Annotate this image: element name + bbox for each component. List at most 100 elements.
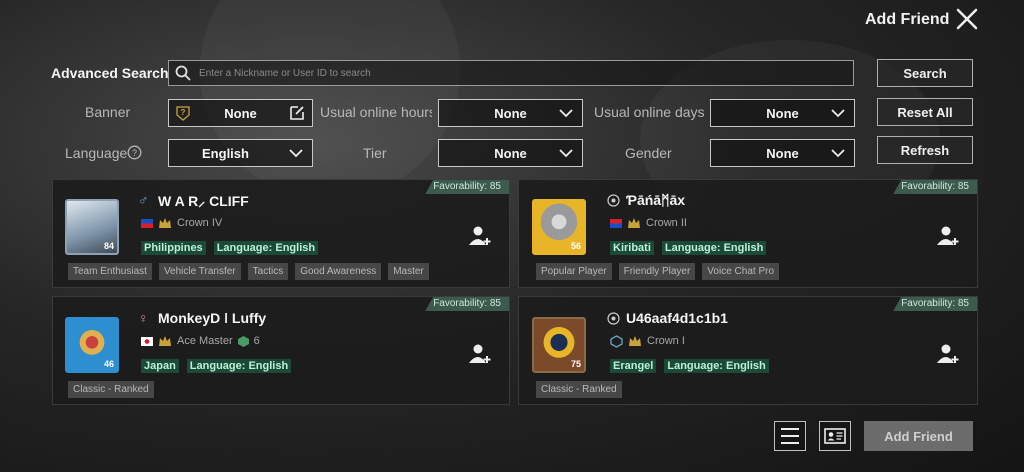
crown-rank-icon bbox=[628, 218, 640, 228]
rank-extra: 6 bbox=[253, 335, 260, 347]
gender-label: Gender bbox=[625, 145, 672, 161]
add-friend-icon[interactable] bbox=[469, 344, 493, 364]
rank-name: Crown II bbox=[646, 217, 687, 229]
reset-all-button[interactable]: Reset All bbox=[877, 98, 973, 126]
trait-tags: Classic - Ranked bbox=[536, 381, 622, 398]
language-value: English bbox=[202, 145, 249, 161]
online-days-label: Usual online days bbox=[594, 104, 705, 120]
trait-tags: Team Enthusiast Vehicle Transfer Tactics… bbox=[68, 263, 429, 280]
trait-tag: Voice Chat Pro bbox=[702, 263, 780, 280]
player-level: 75 bbox=[570, 359, 581, 369]
flag-icon bbox=[610, 218, 622, 228]
privacy-shield-icon bbox=[607, 312, 620, 325]
language-label: Language bbox=[65, 145, 128, 161]
info-tags: Japan Language: English bbox=[141, 359, 292, 373]
trait-tag: Master bbox=[388, 263, 429, 280]
add-friend-icon[interactable] bbox=[937, 344, 961, 364]
chevron-down-icon bbox=[559, 109, 573, 118]
player-card[interactable]: Favorability: 85 46 ♀ MonkeyD ǀ Luffy Ac… bbox=[52, 296, 510, 405]
edit-icon[interactable] bbox=[288, 104, 306, 122]
crown-rank-icon bbox=[629, 336, 641, 346]
tier-value: None bbox=[494, 145, 527, 161]
list-view-button[interactable] bbox=[774, 421, 806, 451]
favorability-badge: Favorability: 85 bbox=[893, 180, 977, 194]
online-days-value: None bbox=[766, 105, 799, 121]
region-tag: Kiribati bbox=[610, 241, 654, 255]
banner-label: Banner bbox=[85, 104, 131, 120]
player-name: U46aaf4d1c1b1 bbox=[626, 310, 728, 326]
favorability-badge: Favorability: 85 bbox=[425, 297, 509, 311]
language-tag: Language: English bbox=[186, 359, 292, 373]
avatar[interactable]: 46 bbox=[65, 317, 119, 373]
rank-row: Crown IV bbox=[141, 216, 222, 230]
add-friend-icon[interactable] bbox=[937, 226, 961, 246]
list-view-icon bbox=[781, 428, 799, 444]
online-hours-value: None bbox=[494, 105, 527, 121]
player-card[interactable]: Favorability: 85 56 Ƥāńāᛗāx Crown II Kir… bbox=[518, 179, 978, 288]
trait-tag: Classic - Ranked bbox=[68, 381, 154, 398]
search-input[interactable] bbox=[199, 67, 839, 79]
player-level: 46 bbox=[103, 359, 114, 369]
avatar[interactable]: 84 bbox=[65, 199, 119, 255]
rank-row: Crown II bbox=[610, 216, 687, 230]
trait-tag: Vehicle Transfer bbox=[158, 263, 241, 280]
gender-male-icon: ♂ bbox=[138, 192, 149, 208]
close-icon[interactable] bbox=[954, 6, 980, 32]
online-days-select[interactable]: None bbox=[710, 99, 855, 127]
chevron-down-icon bbox=[559, 149, 573, 158]
online-hours-select[interactable]: None bbox=[438, 99, 583, 127]
info-tags: Erangel Language: English bbox=[610, 359, 769, 373]
region-tag: Japan bbox=[141, 359, 179, 373]
banner-value: None bbox=[224, 105, 257, 121]
avatar[interactable]: 75 bbox=[532, 317, 586, 373]
player-card[interactable]: Favorability: 85 75 U46aaf4d1c1b1 Crown … bbox=[518, 296, 978, 405]
rank-row: Crown I bbox=[610, 334, 685, 348]
region-tag: Erangel bbox=[610, 359, 657, 373]
info-tags: Philippines Language: English bbox=[141, 241, 319, 255]
player-level: 84 bbox=[103, 241, 114, 251]
language-tag: Language: English bbox=[664, 359, 769, 373]
trait-tag: Good Awareness bbox=[295, 263, 382, 280]
rank-name: Crown I bbox=[647, 335, 685, 347]
page-title: Add Friend bbox=[865, 11, 950, 28]
avatar[interactable]: 56 bbox=[532, 199, 586, 255]
tier-label: Tier bbox=[363, 145, 387, 161]
trait-tag: Classic - Ranked bbox=[536, 381, 622, 398]
language-select[interactable]: English bbox=[168, 139, 313, 167]
rank-name: Crown IV bbox=[177, 217, 223, 229]
player-level: 56 bbox=[570, 241, 581, 251]
trait-tags: Classic - Ranked bbox=[68, 381, 154, 398]
svg-text:?: ? bbox=[181, 108, 186, 117]
trait-tag: Friendly Player bbox=[618, 263, 696, 280]
language-tag: Language: English bbox=[661, 241, 767, 255]
chevron-down-icon bbox=[831, 149, 845, 158]
region-tag: Philippines bbox=[141, 241, 206, 255]
svg-text:?: ? bbox=[132, 148, 137, 158]
id-card-icon bbox=[824, 428, 846, 444]
help-icon[interactable]: ? bbox=[127, 145, 142, 160]
gender-select[interactable]: None bbox=[710, 139, 855, 167]
player-name: W A R⸝ CLIFF bbox=[158, 193, 249, 209]
favorability-badge: Favorability: 85 bbox=[893, 297, 977, 311]
add-friend-button[interactable]: Add Friend bbox=[864, 421, 973, 451]
favorability-badge: Favorability: 85 bbox=[425, 180, 509, 194]
gender-value: None bbox=[766, 145, 799, 161]
online-hours-label: Usual online hours bbox=[320, 104, 432, 120]
refresh-button[interactable]: Refresh bbox=[877, 136, 973, 164]
advanced-search-label: Advanced Search bbox=[51, 65, 169, 81]
search-box[interactable] bbox=[168, 60, 854, 86]
trait-tag: Tactics bbox=[247, 263, 289, 280]
tier-select[interactable]: None bbox=[438, 139, 583, 167]
add-friend-icon[interactable] bbox=[469, 226, 493, 246]
ace-star-icon bbox=[237, 335, 249, 347]
card-view-button[interactable] bbox=[819, 421, 851, 451]
trait-tag: Popular Player bbox=[536, 263, 612, 280]
info-tags: Kiribati Language: English bbox=[610, 241, 767, 255]
trait-tag: Team Enthusiast bbox=[68, 263, 152, 280]
player-card[interactable]: Favorability: 85 84 ♂ W A R⸝ CLIFF Crown… bbox=[52, 179, 510, 288]
flag-icon bbox=[141, 336, 153, 346]
crown-rank-icon bbox=[159, 218, 171, 228]
banner-badge-icon: ? bbox=[176, 106, 190, 121]
banner-select[interactable]: ? None bbox=[168, 99, 313, 127]
search-button[interactable]: Search bbox=[877, 59, 973, 87]
